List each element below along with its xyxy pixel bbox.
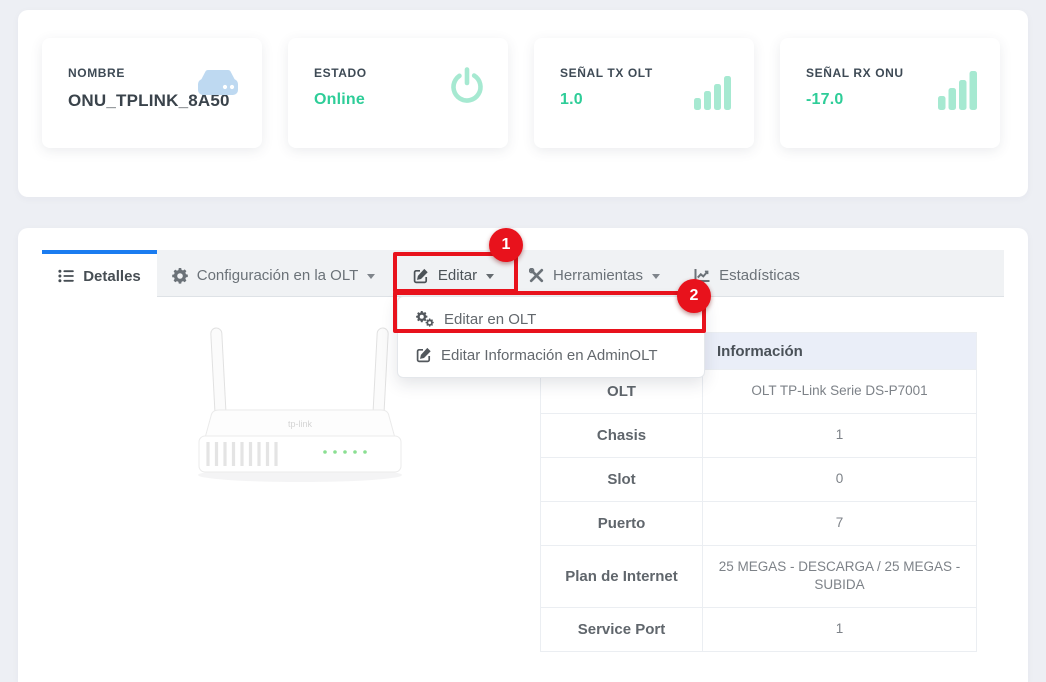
cogs-icon bbox=[416, 311, 435, 327]
row-value: 1 bbox=[703, 608, 977, 652]
row-label: Slot bbox=[541, 457, 703, 501]
row-value: 25 MEGAS - DESCARGA / 25 MEGAS - SUBIDA bbox=[703, 545, 977, 608]
chart-line-icon bbox=[694, 268, 710, 283]
menu-item-editar-informacion[interactable]: Editar Información en AdminOLT bbox=[398, 337, 704, 373]
tab-estadisticas[interactable]: Estadísticas bbox=[672, 250, 822, 297]
stat-card-estado: ESTADO Online bbox=[288, 38, 508, 148]
chevron-down-icon bbox=[652, 274, 660, 279]
tab-label: Configuración en la OLT bbox=[197, 267, 358, 284]
router-icon bbox=[194, 64, 242, 104]
edit-icon bbox=[413, 268, 429, 284]
chevron-down-icon bbox=[367, 274, 375, 279]
tab-label: Editar bbox=[438, 267, 477, 284]
table-row: Chasis 1 bbox=[541, 413, 977, 457]
table-row: Service Port 1 bbox=[541, 608, 977, 652]
power-icon bbox=[446, 64, 488, 106]
stats-panel: NOMBRE ONU_TPLINK_8A50 ESTADO Online bbox=[18, 10, 1028, 197]
editar-dropdown: Editar en OLT Editar Información en Admi… bbox=[397, 296, 705, 378]
menu-item-label: Editar en OLT bbox=[444, 311, 536, 328]
tab-bar: Detalles Configuración en la OLT bbox=[42, 250, 1004, 297]
tools-icon bbox=[529, 268, 544, 283]
signal-bars-icon bbox=[938, 68, 980, 110]
row-label: Plan de Internet bbox=[541, 545, 703, 608]
row-value: 1 bbox=[703, 413, 977, 457]
menu-item-label: Editar Información en AdminOLT bbox=[441, 347, 658, 364]
list-icon bbox=[58, 268, 74, 284]
tab-detalles[interactable]: Detalles bbox=[42, 250, 157, 298]
router-image: tp-link bbox=[175, 322, 425, 502]
gear-icon bbox=[172, 268, 188, 284]
chevron-down-icon bbox=[486, 274, 494, 279]
stat-card-senal-tx: SEÑAL TX OLT 1.0 bbox=[534, 38, 754, 148]
tab-herramientas[interactable]: Herramientas bbox=[517, 250, 672, 297]
table-row: Puerto 7 bbox=[541, 501, 977, 545]
row-value: 7 bbox=[703, 501, 977, 545]
row-value: 0 bbox=[703, 457, 977, 501]
row-value: OLT TP-Link Serie DS-P7001 bbox=[703, 370, 977, 414]
table-row: Slot 0 bbox=[541, 457, 977, 501]
tab-label: Estadísticas bbox=[719, 267, 800, 284]
tab-configuracion-olt[interactable]: Configuración en la OLT bbox=[157, 250, 390, 297]
row-label: Puerto bbox=[541, 501, 703, 545]
row-label: Chasis bbox=[541, 413, 703, 457]
tab-label: Detalles bbox=[83, 268, 141, 285]
stat-card-senal-rx: SEÑAL RX ONU -17.0 bbox=[780, 38, 1000, 148]
table-row: Plan de Internet 25 MEGAS - DESCARGA / 2… bbox=[541, 545, 977, 608]
router-logo-text: tp-link bbox=[288, 419, 313, 429]
info-table: Información OLT OLT TP-Link Serie DS-P70… bbox=[540, 332, 977, 652]
tab-label: Herramientas bbox=[553, 267, 643, 284]
table-header-informacion: Información bbox=[703, 333, 977, 370]
row-label: Service Port bbox=[541, 608, 703, 652]
edit-icon bbox=[416, 347, 432, 363]
menu-item-editar-en-olt[interactable]: Editar en OLT bbox=[398, 301, 704, 337]
stat-card-nombre: NOMBRE ONU_TPLINK_8A50 bbox=[42, 38, 262, 148]
tab-editar[interactable]: Editar bbox=[390, 250, 517, 297]
signal-bars-icon bbox=[694, 72, 734, 110]
page: NOMBRE ONU_TPLINK_8A50 ESTADO Online bbox=[0, 0, 1046, 682]
